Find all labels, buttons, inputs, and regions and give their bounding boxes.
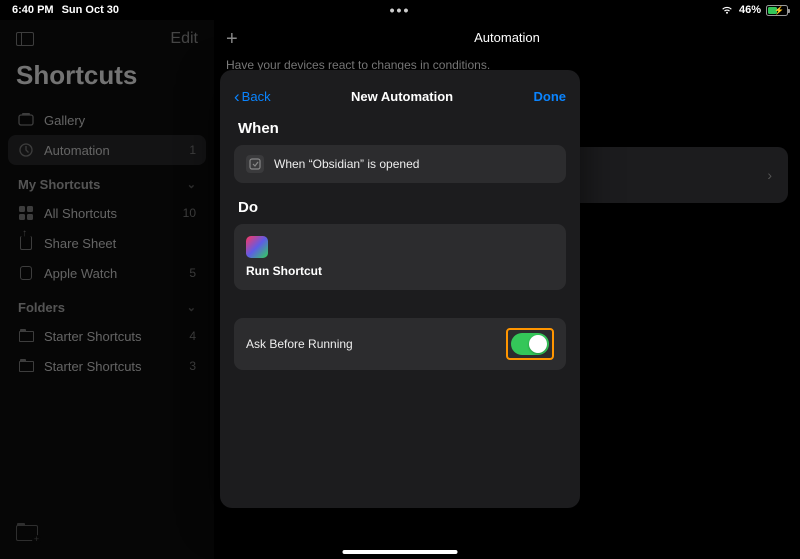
battery-percent: 46%: [739, 4, 761, 16]
ask-before-running-row: Ask Before Running: [234, 318, 566, 370]
add-button[interactable]: +: [226, 28, 238, 51]
chevron-down-icon: ⌄: [187, 301, 196, 314]
sidebar-item-label: Automation: [44, 143, 110, 158]
sidebar-item-count: 10: [183, 206, 196, 220]
page-title: Automation: [474, 30, 540, 45]
sidebar-item-count: 3: [189, 359, 196, 373]
done-button[interactable]: Done: [534, 89, 567, 104]
sidebar-toggle-icon[interactable]: [16, 32, 34, 46]
home-indicator[interactable]: [343, 550, 458, 554]
sidebar-item-count: 5: [189, 266, 196, 280]
sidebar-section-my-shortcuts[interactable]: My Shortcuts ⌄: [8, 165, 206, 198]
shortcuts-app-icon: [246, 236, 268, 258]
sidebar: Edit Shortcuts Gallery Automation 1 My S…: [0, 20, 214, 559]
grid-icon: [18, 205, 34, 221]
status-bar: 6:40 PM Sun Oct 30 ••• 46% ⚡: [0, 0, 800, 20]
when-condition-row[interactable]: When “Obsidian” is opened: [234, 145, 566, 183]
folder-icon: [18, 358, 34, 374]
sidebar-item-all-shortcuts[interactable]: All Shortcuts 10: [8, 198, 206, 228]
sidebar-item-label: Apple Watch: [44, 266, 117, 281]
chevron-down-icon: ⌄: [187, 178, 196, 191]
chevron-right-icon: ›: [767, 167, 772, 183]
sidebar-section-folders[interactable]: Folders ⌄: [8, 288, 206, 321]
do-action-text: Run Shortcut: [246, 264, 554, 278]
sidebar-item-share-sheet[interactable]: Share Sheet: [8, 228, 206, 258]
sidebar-item-folder[interactable]: Starter Shortcuts 3: [8, 351, 206, 381]
watch-icon: [18, 265, 34, 281]
content-area: + Automation Have your devices react to …: [214, 20, 800, 559]
sidebar-item-automation[interactable]: Automation 1: [8, 135, 206, 165]
sidebar-item-folder[interactable]: Starter Shortcuts 4: [8, 321, 206, 351]
sidebar-item-label: Gallery: [44, 113, 85, 128]
section-do-header: Do: [238, 199, 566, 216]
chevron-left-icon: ‹: [234, 88, 240, 105]
section-when-header: When: [238, 120, 566, 137]
ask-before-running-label: Ask Before Running: [246, 337, 353, 351]
sidebar-title: Shortcuts: [8, 56, 206, 105]
gallery-icon: [18, 112, 34, 128]
sidebar-item-label: All Shortcuts: [44, 206, 117, 221]
sidebar-item-count: 1: [189, 143, 196, 157]
highlight-box: [506, 328, 554, 360]
sidebar-item-gallery[interactable]: Gallery: [8, 105, 206, 135]
sidebar-item-label: Starter Shortcuts: [44, 359, 142, 374]
automation-icon: [18, 142, 34, 158]
new-automation-modal: ‹ Back New Automation Done When When “Ob…: [220, 70, 580, 508]
ask-before-running-toggle[interactable]: [511, 333, 549, 355]
sidebar-item-apple-watch[interactable]: Apple Watch 5: [8, 258, 206, 288]
sidebar-item-count: 4: [189, 329, 196, 343]
sidebar-item-label: Starter Shortcuts: [44, 329, 142, 344]
app-open-icon: [246, 155, 264, 173]
status-time: 6:40 PM: [12, 4, 54, 16]
multitask-dots[interactable]: •••: [390, 2, 411, 18]
charging-icon: ⚡: [774, 6, 784, 15]
status-date: Sun Oct 30: [62, 4, 119, 16]
modal-title: New Automation: [351, 89, 453, 104]
do-action-row[interactable]: Run Shortcut: [234, 224, 566, 290]
share-icon: [18, 235, 34, 251]
edit-button[interactable]: Edit: [170, 30, 198, 48]
when-condition-text: When “Obsidian” is opened: [274, 157, 419, 171]
wifi-icon: [720, 5, 734, 15]
folder-icon: [18, 328, 34, 344]
back-button[interactable]: ‹ Back: [234, 88, 271, 105]
battery-icon: ⚡: [766, 5, 788, 16]
sidebar-item-label: Share Sheet: [44, 236, 116, 251]
new-folder-button[interactable]: [16, 525, 38, 541]
